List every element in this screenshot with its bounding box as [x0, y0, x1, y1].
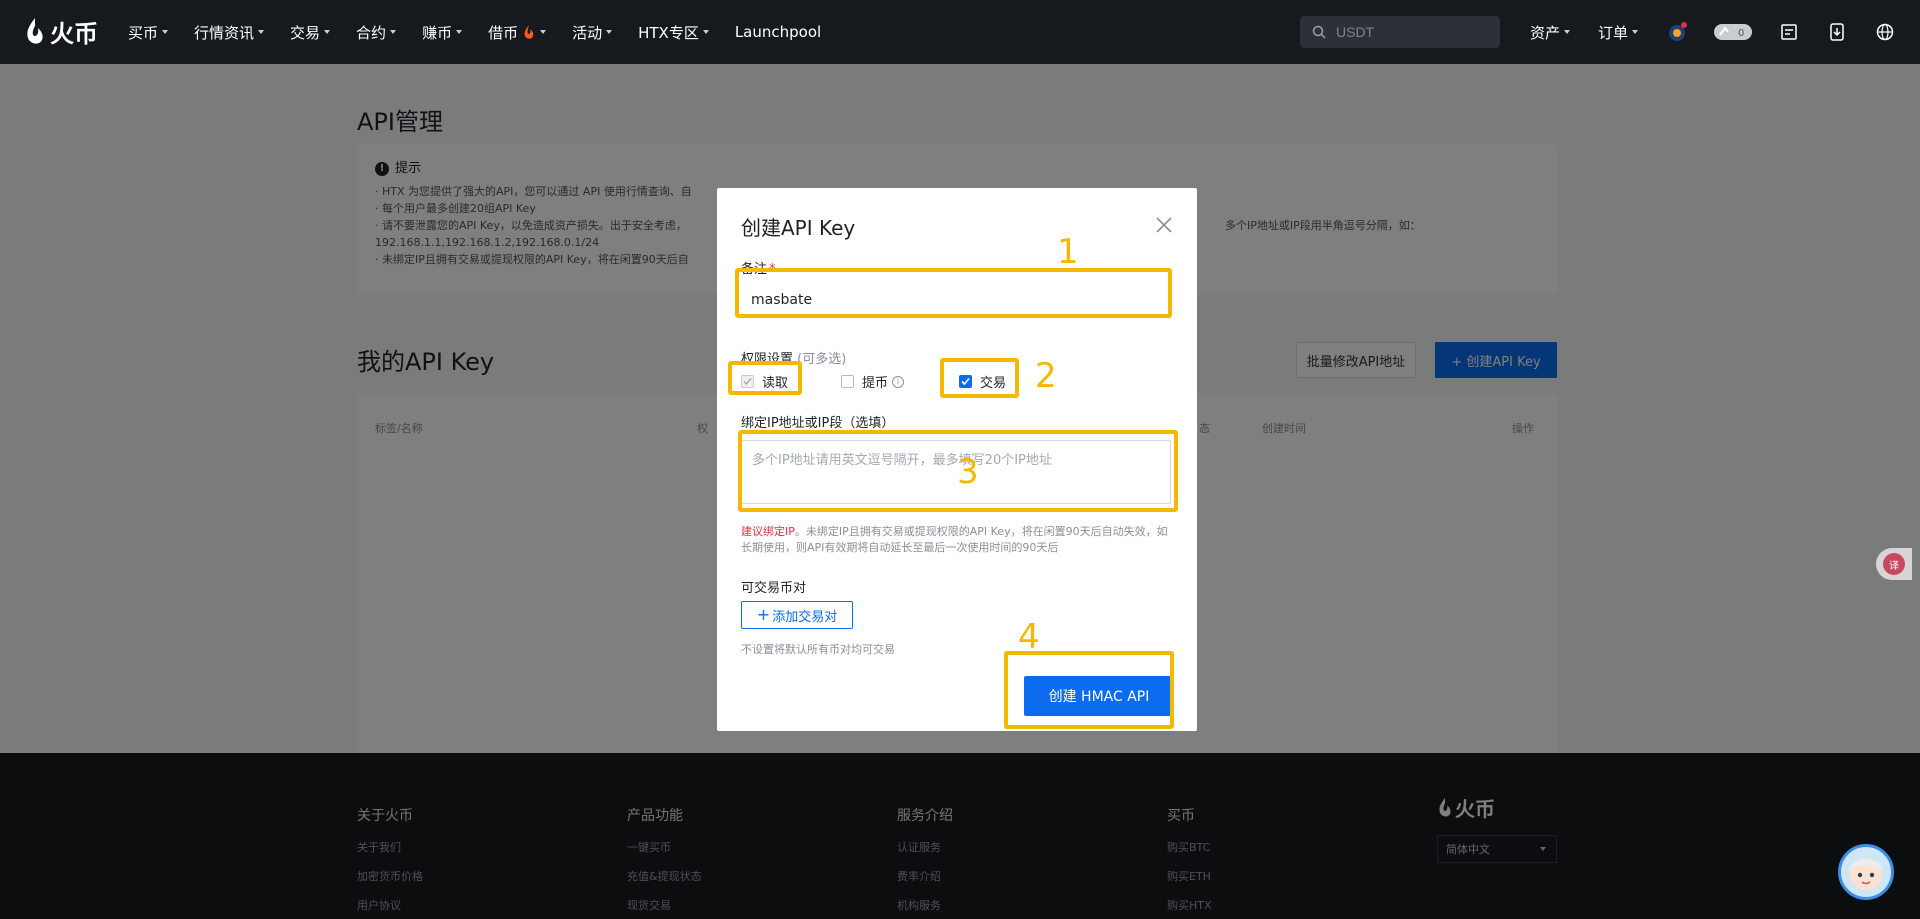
nav-markets[interactable]: 行情资讯 [194, 22, 265, 43]
annotation-number: 3 [957, 452, 979, 492]
nav-futures[interactable]: 合约 [356, 22, 397, 43]
nav-trade[interactable]: 交易 [290, 22, 331, 43]
plus-icon: + [756, 605, 771, 624]
chevron-down-icon [456, 30, 463, 34]
ip-binding-label: 绑定IP地址或IP段（选填） [741, 416, 895, 431]
svg-text:0: 0 [1738, 28, 1744, 39]
translate-icon: 译 [1883, 553, 1905, 575]
chevron-down-icon [390, 30, 397, 34]
logo[interactable]: 火币 [24, 14, 98, 49]
vip-badge-icon[interactable]: 0 [1714, 21, 1753, 43]
add-trading-pair-button[interactable]: + 添加交易对 [741, 601, 853, 629]
nav-label: 订单 [1598, 23, 1629, 42]
chevron-down-icon [1632, 30, 1639, 34]
nav-assets[interactable]: 资产 [1530, 22, 1571, 43]
chevron-down-icon [702, 30, 709, 34]
chevron-down-icon [162, 30, 169, 34]
nav-buy-crypto[interactable]: 买币 [128, 22, 169, 43]
annotation-number: 2 [1035, 356, 1057, 396]
chevron-down-icon [540, 30, 547, 34]
search-input[interactable] [1336, 24, 1486, 40]
annotation-number: 4 [1018, 617, 1040, 657]
annotation-box [728, 361, 802, 395]
translate-widget[interactable]: 译 [1876, 548, 1912, 580]
fire-icon [524, 25, 534, 39]
nav-earn[interactable]: 赚币 [422, 22, 463, 43]
nav-loans[interactable]: 借币 [488, 22, 547, 43]
nav-label: HTX专区 [638, 23, 699, 42]
chevron-down-icon [1564, 30, 1571, 34]
dialog-title: 创建API Key [741, 216, 856, 240]
info-icon[interactable]: i [892, 375, 905, 388]
recommend-bind-ip: 建议绑定IP [741, 525, 795, 538]
checkbox-unchecked-icon [841, 375, 854, 388]
nav-label: 资产 [1530, 23, 1561, 42]
trading-pairs-hint: 不设置将默认所有币对均可交易 [741, 643, 895, 656]
nav-label: 合约 [356, 23, 387, 42]
permission-withdraw-label: 提币 [862, 376, 889, 391]
chevron-down-icon [324, 30, 331, 34]
flame-logo-icon [27, 17, 43, 44]
nav-label: 借币 [488, 23, 519, 42]
nav-label: 活动 [572, 23, 603, 42]
nav-label: 交易 [290, 23, 321, 42]
top-navigation: 火币 买币 行情资讯 交易 合约 赚币 借币 活动 HTX专区 Launchpo… [0, 0, 1920, 64]
permission-withdraw-checkbox[interactable]: 提币 i [841, 372, 905, 391]
assistant-avatar-icon [1849, 858, 1883, 890]
globe-language-icon[interactable] [1874, 21, 1896, 43]
add-pair-label: 添加交易对 [772, 609, 838, 625]
support-chat-avatar[interactable] [1838, 844, 1894, 900]
logo-text: 火币 [50, 20, 98, 48]
nav-orders[interactable]: 订单 [1598, 22, 1639, 43]
nav-label: 赚币 [422, 23, 453, 42]
annotation-box [735, 268, 1172, 318]
user-menu: 资产 订单 0 [1530, 0, 1920, 64]
nav-label: 行情资讯 [194, 23, 255, 42]
permission-hint: (可多选) [797, 352, 847, 367]
ip-warning-text: 建议绑定IP。未绑定IP且拥有交易或提现权限的API Key，将在闲置90天后自… [741, 524, 1173, 556]
user-avatar-icon[interactable] [1666, 21, 1688, 43]
annotation-box [940, 358, 1019, 398]
chevron-down-icon [606, 30, 613, 34]
nav-launchpool[interactable]: Launchpool [735, 23, 821, 41]
nav-htx-zone[interactable]: HTX专区 [638, 22, 709, 43]
trading-pairs-label: 可交易币对 [741, 581, 807, 596]
download-icon[interactable] [1826, 21, 1848, 43]
close-icon[interactable] [1153, 214, 1175, 236]
warning-body: 。未绑定IP且拥有交易或提现权限的API Key，将在闲置90天后自动失效，如长… [741, 525, 1168, 554]
nav-label: Launchpool [734, 23, 822, 41]
notification-icon[interactable] [1778, 21, 1800, 43]
main-menu: 买币 行情资讯 交易 合约 赚币 借币 活动 HTX专区 Launchpool [128, 0, 847, 64]
search-icon [1312, 25, 1326, 39]
annotation-box [1004, 651, 1174, 729]
nav-events[interactable]: 活动 [572, 22, 613, 43]
search-box[interactable] [1300, 16, 1500, 48]
chevron-down-icon [258, 30, 265, 34]
nav-label: 买币 [128, 23, 159, 42]
annotation-number: 1 [1057, 232, 1079, 272]
